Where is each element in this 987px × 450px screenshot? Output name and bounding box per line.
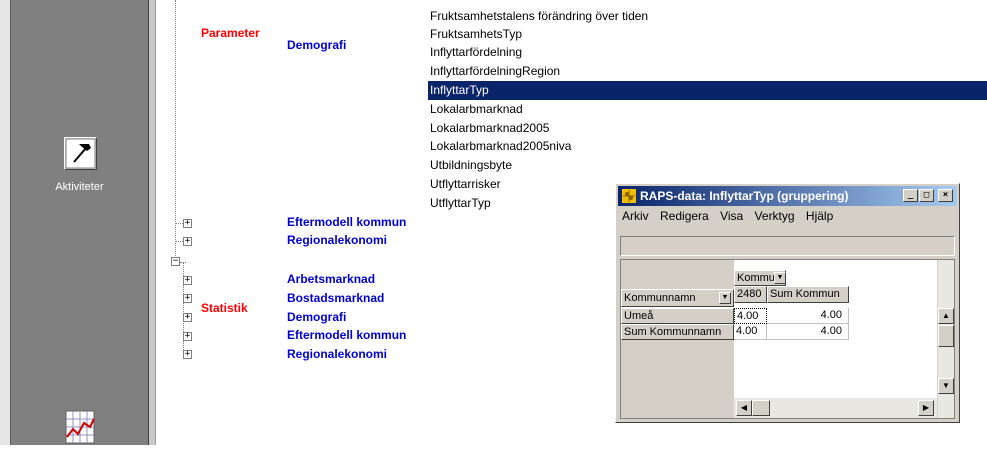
- pivot-cell[interactable]: 4.00: [767, 308, 849, 324]
- expand-icon[interactable]: +: [183, 350, 192, 359]
- scroll-right-icon[interactable]: ▶: [918, 400, 934, 416]
- scroll-down-icon[interactable]: ▼: [938, 378, 954, 394]
- pivot-drop-area[interactable]: [620, 236, 955, 256]
- dropdown-arrow-icon[interactable]: ▼: [774, 272, 786, 284]
- expand-icon[interactable]: +: [183, 313, 192, 322]
- expand-icon[interactable]: +: [183, 237, 192, 246]
- tree-node-arbetsmarknad[interactable]: Arbetsmarknad: [287, 272, 375, 286]
- scroll-left-icon[interactable]: ◀: [736, 400, 752, 416]
- maximize-button[interactable]: □: [919, 189, 934, 202]
- minimize-button[interactable]: _: [903, 189, 918, 202]
- tree-leaf-item-selected[interactable]: InflyttarTyp: [428, 81, 987, 100]
- pivot-cell-selected[interactable]: 4.00: [734, 308, 767, 324]
- horizontal-scroll-thumb[interactable]: [752, 400, 770, 416]
- close-button[interactable]: ×: [938, 189, 953, 202]
- tree-line: [180, 262, 186, 263]
- window-title: RAPS-data: InflyttarTyp (gruppering): [640, 189, 849, 203]
- collapse-icon[interactable]: −: [171, 257, 180, 266]
- hammer-icon[interactable]: [64, 137, 97, 170]
- column-header-sum-kommun[interactable]: Sum Kommun: [767, 286, 849, 303]
- row-header-sum-kommunnamn[interactable]: Sum Kommunnamn: [621, 324, 734, 340]
- row-header-umea[interactable]: Umeå: [621, 308, 734, 324]
- tree-leaf-item[interactable]: FruktsamhetsTyp: [428, 25, 987, 44]
- header-corner: [621, 260, 734, 289]
- pivot-cell[interactable]: 4.00: [734, 324, 767, 340]
- tree-leaf-item[interactable]: Inflyttarfördelning: [428, 43, 987, 62]
- column-header-2480[interactable]: 2480: [734, 286, 767, 303]
- tree-node-eftermodell-kommun[interactable]: Eftermodell kommun: [287, 215, 406, 229]
- tree-leaf-item[interactable]: Lokalarbmarknad: [428, 100, 987, 119]
- tree-node-demografi-statistik[interactable]: Demografi: [287, 310, 346, 324]
- tree-leaf-item[interactable]: Utbildningsbyte: [428, 156, 987, 175]
- menu-visa[interactable]: Visa: [716, 209, 747, 223]
- tree-node-regionalekonomi[interactable]: Regionalekonomi: [287, 233, 387, 247]
- tree-node-demografi[interactable]: Demografi: [287, 38, 346, 52]
- tree-line: [175, 241, 183, 242]
- left-edge-strip: [0, 0, 10, 445]
- app-icon: [621, 188, 637, 204]
- window-titlebar[interactable]: RAPS-data: InflyttarTyp (gruppering) _ □…: [618, 186, 957, 206]
- tree-node-eftermodell-kommun-statistik[interactable]: Eftermodell kommun: [287, 328, 406, 342]
- raps-data-window[interactable]: RAPS-data: InflyttarTyp (gruppering) _ □…: [615, 183, 960, 423]
- menu-hjalp[interactable]: Hjälp: [802, 209, 837, 223]
- vertical-scroll-thumb[interactable]: [938, 325, 954, 347]
- tree-node-regionalekonomi-statistik[interactable]: Regionalekonomi: [287, 347, 387, 361]
- tree-category-statistik[interactable]: Statistik: [201, 301, 248, 315]
- scroll-up-icon[interactable]: ▲: [938, 308, 954, 324]
- sidebar-splitter[interactable]: [149, 0, 156, 445]
- menu-redigera[interactable]: Redigera: [656, 209, 713, 223]
- expand-icon[interactable]: +: [183, 294, 192, 303]
- tree-line: [175, 223, 183, 224]
- tree-category-parameter[interactable]: Parameter: [201, 26, 260, 40]
- activity-sidebar: Aktiviteter: [10, 0, 150, 445]
- tree-leaf-item[interactable]: Fruktsamhetstalens förändring över tiden: [428, 7, 987, 26]
- row-header-empty-area: [621, 340, 734, 418]
- expand-icon[interactable]: +: [183, 276, 192, 285]
- tree-leaf-item[interactable]: Lokalarbmarknad2005: [428, 119, 987, 138]
- tree-node-bostadsmarknad[interactable]: Bostadsmarknad: [287, 291, 384, 305]
- activities-label[interactable]: Aktiviteter: [11, 181, 148, 193]
- expand-icon[interactable]: +: [183, 219, 192, 228]
- row-field-label: Kommunnamn: [624, 292, 696, 304]
- expand-icon[interactable]: +: [183, 332, 192, 341]
- dropdown-arrow-icon[interactable]: ▼: [719, 292, 731, 304]
- line-chart-icon[interactable]: [64, 407, 97, 445]
- tree-leaf-item[interactable]: InflyttarfördelningRegion: [428, 62, 987, 81]
- menu-verktyg[interactable]: Verktyg: [751, 209, 799, 223]
- row-field-kommunnamn[interactable]: Kommunnamn: [621, 289, 734, 307]
- pivot-table[interactable]: Kommun ▼ Kommunnamn ▼ 2480 Sum Kommun Um…: [620, 259, 955, 419]
- pivot-cell[interactable]: 4.00: [767, 324, 849, 340]
- menu-arkiv[interactable]: Arkiv: [618, 209, 653, 223]
- menu-bar: Arkiv Redigera Visa Verktyg Hjälp: [618, 209, 837, 227]
- tree-leaf-item[interactable]: Lokalarbmarknad2005niva: [428, 137, 987, 156]
